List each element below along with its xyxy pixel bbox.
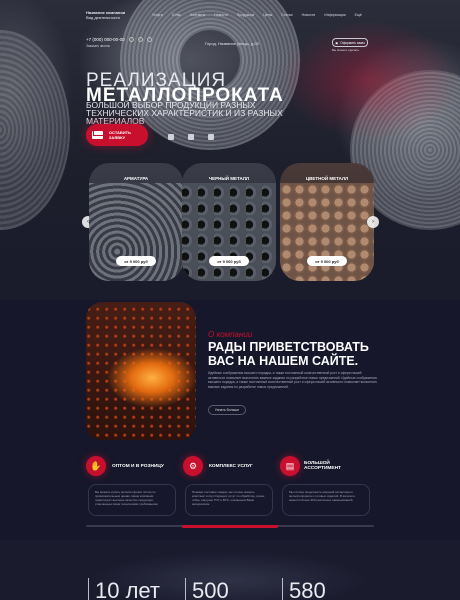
cart-label: Оформить заказ xyxy=(340,40,365,45)
about-text: Идейные соображения высшего порядка, а т… xyxy=(208,371,378,389)
product-title: АРМАТУРА xyxy=(123,176,149,181)
feature-title: ОПТОМ И В РОЗНИЦУ xyxy=(112,464,164,469)
main-nav: Услуги О нас Контакты Новости Продукция … xyxy=(152,13,362,17)
molten-metal-image xyxy=(86,302,196,440)
stat-value: 580 xyxy=(282,578,326,600)
vk-icon[interactable] xyxy=(188,134,194,140)
viber-icon[interactable] xyxy=(146,37,152,42)
hero-subtitle: БОЛЬШОЙ ВЫБОР ПРОДУКЦИИ РАЗНЫХ ТЕХНИЧЕСК… xyxy=(86,100,283,126)
wrench-icon: ⚙ xyxy=(183,456,203,476)
feature-text: Помимо поставки товара, мы готовы оказат… xyxy=(192,490,265,506)
about-heading: РАДЫ ПРИВЕТСТВОВАТЬ ВАС НА НАШЕМ САЙТЕ. xyxy=(208,340,369,368)
product-card[interactable]: ЦВЕТНОЙ МЕТАЛЛ от 9 000 руб xyxy=(280,163,374,281)
phone-block: +7 (000) 000-00-00 xyxy=(86,37,152,42)
nav-item[interactable]: Цены xyxy=(263,13,272,17)
chevron-right-icon: › xyxy=(372,219,374,225)
company-desc: Вид деятельности xyxy=(86,15,120,20)
feature-title: КОМПЛЕКС УСЛУГ xyxy=(209,464,253,469)
scrollbar-thumb[interactable] xyxy=(182,524,278,528)
carousel-next-button[interactable]: › xyxy=(367,216,379,228)
feature-card: Помимо поставки товара, мы готовы оказат… xyxy=(185,484,273,516)
company-block[interactable]: Название компании Вид деятельности xyxy=(86,10,125,20)
pipes-image xyxy=(182,183,276,281)
stack-icon: ▤ xyxy=(280,456,300,476)
stat-value: 500 xyxy=(185,578,229,600)
product-card[interactable]: ЧЕРНЫЙ МЕТАЛЛ от 9 000 руб xyxy=(182,163,276,281)
feature-title: БОЛЬШОЙ АССОРТИМЕНТ xyxy=(304,461,341,471)
rebar-image xyxy=(89,183,183,281)
stat-years: 10 лет xyxy=(88,578,160,600)
whatsapp-icon[interactable] xyxy=(128,37,134,42)
phone-number[interactable]: +7 (000) 000-00-00 xyxy=(86,37,125,42)
copper-rods-image xyxy=(280,183,374,281)
product-price[interactable]: от 9 000 руб xyxy=(209,256,249,266)
nav-item[interactable]: Информация xyxy=(324,13,345,17)
steel-coil-image xyxy=(0,30,70,230)
order-button[interactable]: ОСТАВИТЬ ЗАЯВКУ xyxy=(86,124,148,146)
product-title: ЧЕРНЫЙ МЕТАЛЛ xyxy=(208,176,250,181)
cart-button[interactable]: ▣ Оформить заказ xyxy=(332,38,368,47)
mail-icon xyxy=(92,131,103,139)
callback-link[interactable]: Заказать звонок xyxy=(86,44,110,48)
telegram-icon[interactable] xyxy=(137,37,143,42)
product-price[interactable]: от 9 000 руб xyxy=(116,256,156,266)
nav-item[interactable]: Ещё xyxy=(355,13,362,17)
cart-subtext: Вы можете сделать xyxy=(332,48,360,52)
feature-card: Мы готовы предложить широкий ассортимент… xyxy=(282,484,370,516)
product-card[interactable]: АРМАТУРА от 9 000 руб xyxy=(89,163,183,281)
address-text: Город, Название улицы, д.00 xyxy=(205,41,259,46)
youtube-icon[interactable] xyxy=(168,134,174,140)
feature-card: Вы можете купить металлопрокат оптом по … xyxy=(88,484,176,516)
instagram-icon[interactable] xyxy=(208,134,214,140)
stats-section xyxy=(0,540,460,600)
nav-item[interactable]: Продукция xyxy=(237,13,255,17)
social-links xyxy=(168,134,214,140)
handshake-icon: ✋ xyxy=(86,456,106,476)
product-price[interactable]: от 9 000 руб xyxy=(307,256,347,266)
product-title: ЦВЕТНОЙ МЕТАЛЛ xyxy=(305,176,349,181)
learn-more-button[interactable]: Узнать больше xyxy=(208,405,246,415)
features-scrollbar[interactable] xyxy=(86,524,374,528)
order-button-label: ОСТАВИТЬ ЗАЯВКУ xyxy=(108,130,131,140)
nav-item[interactable]: О нас xyxy=(172,13,181,17)
feature-text: Мы готовы предложить широкий ассортимент… xyxy=(289,490,355,502)
nav-item[interactable]: Новости xyxy=(214,13,228,17)
nav-item[interactable]: Контакты xyxy=(190,13,205,17)
nav-item[interactable]: Новости xyxy=(302,13,316,17)
nav-item[interactable]: Статьи xyxy=(281,13,292,17)
about-subtitle: О компании xyxy=(208,330,253,339)
nav-item[interactable]: Услуги xyxy=(152,13,163,17)
feature-text: Вы можете купить металлопрокат оптом по … xyxy=(95,490,159,506)
cart-icon: ▣ xyxy=(335,40,339,45)
